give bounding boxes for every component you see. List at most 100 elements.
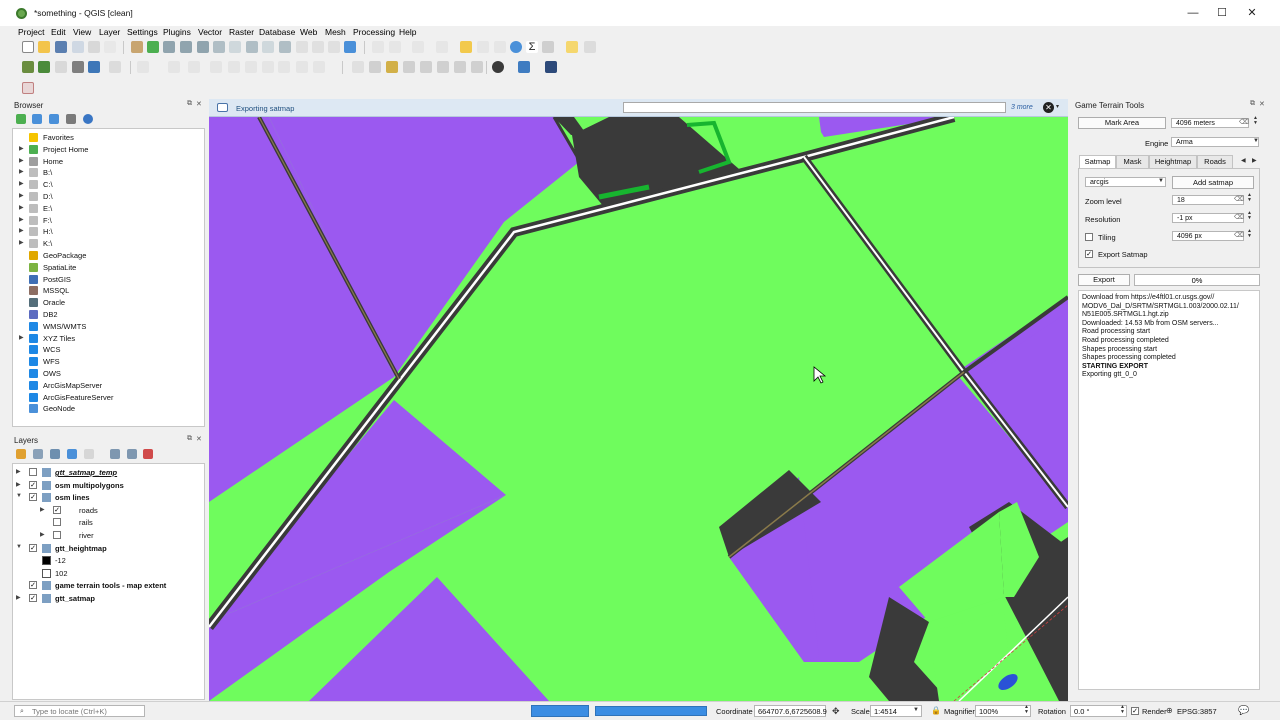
expand-arrow-icon[interactable]: ▶	[19, 180, 24, 187]
filter-legend-icon[interactable]	[67, 449, 77, 459]
browser-item[interactable]: ▶ E:\	[15, 203, 205, 215]
float-panel-icon[interactable]: ⧉	[1250, 100, 1255, 108]
browser-item[interactable]: ▶ Project Home	[15, 144, 205, 156]
menu-raster[interactable]: Raster	[229, 27, 254, 37]
toggle-extents-icon[interactable]: ✥	[832, 706, 840, 717]
crs-label[interactable]: EPSG:3857	[1177, 707, 1217, 716]
close-message-icon[interactable]: ✕	[1043, 102, 1054, 113]
digitize-icon[interactable]	[109, 61, 121, 73]
add-satmap-button[interactable]: Add satmap	[1172, 176, 1254, 189]
expand-arrow-icon[interactable]: ▶	[16, 481, 21, 488]
game-terrain-tools-icon[interactable]	[545, 61, 557, 73]
remove-layer-icon[interactable]	[143, 449, 153, 459]
resolution-spinner[interactable]: ▲ ▼	[1247, 211, 1252, 221]
filter-expression-icon[interactable]	[84, 449, 94, 459]
pan-map-icon[interactable]	[131, 41, 143, 53]
browser-item[interactable]: DB2	[15, 309, 205, 321]
new-print-layout-icon[interactable]	[72, 41, 84, 53]
more-messages-link[interactable]: 3 more	[1011, 104, 1033, 111]
chevron-down-icon[interactable]: ▼	[1253, 138, 1259, 144]
export-satmap-checkbox[interactable]: ✓	[1085, 250, 1093, 258]
layer-visibility-checkbox[interactable]	[53, 531, 61, 539]
data-source-manager-icon[interactable]	[22, 61, 34, 73]
delete-selected-icon[interactable]	[228, 61, 240, 73]
messages-icon[interactable]: 💬	[1238, 705, 1249, 716]
float-panel-icon[interactable]: ⧉	[187, 435, 192, 443]
vertex-tool-icon[interactable]	[210, 61, 222, 73]
new-map-view-icon[interactable]	[296, 41, 308, 53]
browser-item[interactable]: WFS	[15, 356, 205, 368]
layer-item[interactable]: ▶ ✓ gtt_satmap	[14, 593, 204, 606]
style-manager-icon[interactable]	[104, 41, 116, 53]
browser-item[interactable]: MSSQL	[15, 285, 205, 297]
annotation-icon[interactable]	[584, 41, 596, 53]
expand-arrow-icon[interactable]: ▶	[19, 216, 24, 223]
locator-input[interactable]: Type to locate (Ctrl+K)	[14, 705, 145, 717]
layer-visibility-checkbox[interactable]: ✓	[29, 480, 37, 489]
magnifier-spinner[interactable]: ▲ ▼	[1024, 705, 1029, 715]
tab-roads[interactable]: Roads	[1197, 155, 1233, 168]
layer-item[interactable]: ✓ game terrain tools - map extent	[14, 580, 204, 593]
zoom-layer-icon[interactable]	[246, 41, 258, 53]
redo-icon[interactable]	[313, 61, 325, 73]
browser-item[interactable]: ▶ K:\	[15, 238, 205, 250]
menu-settings[interactable]: Settings	[127, 27, 158, 37]
select-features-icon[interactable]	[412, 41, 424, 53]
menu-help[interactable]: Help	[399, 27, 416, 37]
new-shapefile-icon[interactable]	[55, 61, 67, 73]
clear-field-icon[interactable]: ⌫	[1234, 195, 1244, 203]
browser-item[interactable]: GeoPackage	[15, 250, 205, 262]
menu-edit[interactable]: Edit	[51, 27, 66, 37]
lock-scale-icon[interactable]: 🔒	[931, 706, 941, 715]
plugin-extra-icon[interactable]	[22, 82, 34, 94]
change-label-icon[interactable]	[437, 61, 449, 73]
menu-processing[interactable]: Processing	[353, 27, 395, 37]
minimize-button[interactable]: —	[1178, 4, 1208, 22]
layout-manager-icon[interactable]	[88, 41, 100, 53]
menu-web[interactable]: Web	[300, 27, 317, 37]
plugin-globe-icon[interactable]	[492, 61, 504, 73]
clear-field-icon[interactable]: ⌫	[1234, 231, 1244, 239]
expand-arrow-icon[interactable]: ▶	[16, 594, 21, 601]
undo-icon[interactable]	[296, 61, 308, 73]
menu-view[interactable]: View	[73, 27, 91, 37]
new-project-icon[interactable]	[22, 41, 34, 53]
layer-visibility-checkbox[interactable]	[29, 468, 37, 476]
tab-scroll-left-icon[interactable]: ◀	[1241, 157, 1246, 164]
cut-features-icon[interactable]	[245, 61, 257, 73]
expand-arrow-icon[interactable]: ▶	[19, 227, 24, 234]
browser-item[interactable]: ▶ F:\	[15, 215, 205, 227]
highlight-labels-icon[interactable]	[386, 61, 398, 73]
refresh-browser-icon[interactable]	[32, 114, 42, 124]
select-by-value-icon[interactable]	[436, 41, 448, 53]
browser-item[interactable]: ▶ Home	[15, 156, 205, 168]
browser-item[interactable]: WCS	[15, 344, 205, 356]
clear-field-icon[interactable]: ⌫	[1239, 118, 1249, 126]
layer-item[interactable]: ▶ ✓ osm multipolygons	[14, 480, 204, 493]
zoom-full-icon[interactable]	[213, 41, 225, 53]
zoom-in-icon[interactable]	[163, 41, 175, 53]
browser-item[interactable]: Oracle	[15, 297, 205, 309]
area-size-field[interactable]: 4096 meters	[1171, 118, 1249, 128]
expand-arrow-icon[interactable]: ▼	[16, 493, 22, 499]
zoom-out-icon[interactable]	[180, 41, 192, 53]
expand-arrow-icon[interactable]: ▶	[19, 192, 24, 199]
expand-arrow-icon[interactable]: ▶	[19, 145, 24, 152]
menu-vector[interactable]: Vector	[198, 27, 222, 37]
save-edits-icon[interactable]	[168, 61, 180, 73]
map-canvas[interactable]	[209, 117, 1068, 701]
layer-visibility-checkbox[interactable]: ✓	[29, 493, 37, 502]
browser-item[interactable]: ▶ B:\	[15, 167, 205, 179]
show-hide-labels-icon[interactable]	[454, 61, 466, 73]
add-feature-icon[interactable]	[188, 61, 200, 73]
render-checkbox[interactable]: ✓	[1131, 707, 1139, 715]
menu-plugins[interactable]: Plugins	[163, 27, 191, 37]
zoom-rubberband-icon[interactable]	[197, 41, 209, 53]
expand-arrow-icon[interactable]: ▶	[19, 239, 24, 246]
expand-arrow-icon[interactable]: ▼	[16, 544, 22, 550]
rotation-field[interactable]: 0.0 °	[1070, 705, 1127, 717]
identify-icon[interactable]	[372, 41, 384, 53]
attribute-table-icon[interactable]	[477, 41, 489, 53]
tiling-spinner[interactable]: ▲ ▼	[1247, 229, 1252, 239]
pin-labels-icon[interactable]	[369, 61, 381, 73]
